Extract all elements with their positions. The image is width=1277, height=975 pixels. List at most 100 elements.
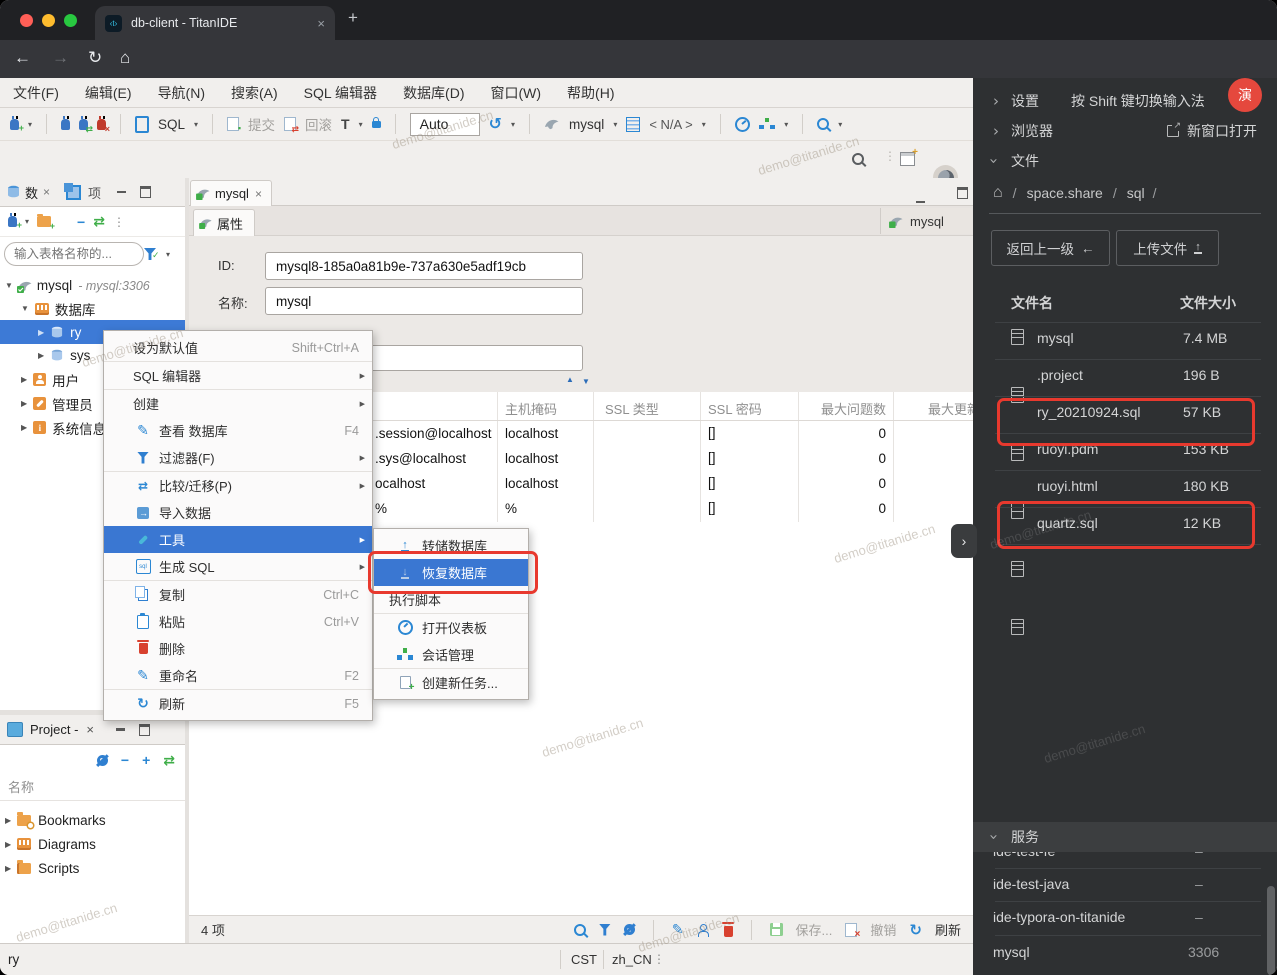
menu-edit[interactable]: 编辑(E) bbox=[72, 83, 145, 103]
project-settings-icon[interactable] bbox=[96, 754, 108, 766]
splitter-down-icon[interactable]: ▼ bbox=[582, 377, 590, 386]
nav-caret-icon[interactable]: ▾ bbox=[25, 217, 29, 226]
link-editor-icon[interactable]: ⇄ bbox=[93, 213, 105, 230]
tab-close-icon[interactable]: × bbox=[317, 16, 325, 31]
history-icon[interactable]: ↺ bbox=[489, 114, 502, 134]
refresh-label[interactable]: 刷新 bbox=[935, 920, 961, 939]
status-locale[interactable]: zh_CN bbox=[612, 952, 652, 967]
expand-icon[interactable]: ▶ bbox=[5, 816, 11, 825]
menu-item-sql-editor[interactable]: SQL 编辑器 ▶ bbox=[104, 362, 372, 389]
zoom-window-button[interactable] bbox=[64, 14, 77, 27]
grid-delete-icon[interactable] bbox=[722, 922, 735, 937]
col-host-mask[interactable]: 主机掩码 bbox=[505, 399, 557, 418]
expand-icon[interactable]: ▶ bbox=[38, 328, 44, 337]
editor-minimize-icon[interactable] bbox=[916, 200, 925, 203]
menu-file[interactable]: 文件(F) bbox=[0, 83, 72, 103]
sidebar-scrollbar[interactable] bbox=[1267, 886, 1275, 975]
home-icon[interactable]: ⌂ bbox=[120, 48, 130, 68]
dashboard-icon[interactable] bbox=[734, 116, 750, 132]
nav-menu-dots-icon[interactable]: ⋮ bbox=[113, 215, 125, 229]
new-folder-icon[interactable]: + bbox=[37, 213, 55, 231]
col-ssl-cipher[interactable]: SSL 密码 bbox=[708, 399, 762, 418]
section-files[interactable]: › 文件 bbox=[973, 146, 1277, 176]
col-ssl-type[interactable]: SSL 类型 bbox=[605, 399, 659, 418]
section-services[interactable]: › 服务 bbox=[973, 822, 1277, 852]
connect-icon[interactable] bbox=[61, 115, 71, 130]
menu-item-delete[interactable]: 删除 bbox=[104, 635, 372, 662]
schema-caret-icon[interactable]: ▾ bbox=[702, 120, 706, 129]
refresh-grid-icon[interactable]: ↻ bbox=[909, 921, 922, 939]
open-new-window-icon[interactable] bbox=[1167, 120, 1182, 137]
connection-caret-icon[interactable]: ▾ bbox=[613, 120, 617, 129]
schema-icon[interactable] bbox=[626, 116, 641, 132]
breadcrumb-root[interactable]: space.share bbox=[1027, 185, 1103, 201]
project-collapse-icon[interactable]: − bbox=[121, 752, 129, 768]
menu-database[interactable]: 数据库(D) bbox=[390, 83, 477, 103]
grid-edit-icon[interactable]: ✎ bbox=[672, 921, 684, 938]
name-column-header[interactable]: 名称 bbox=[8, 780, 34, 795]
sql-editor-icon[interactable] bbox=[135, 115, 150, 133]
forward-icon[interactable]: → bbox=[52, 48, 69, 68]
reload-icon[interactable]: ↻ bbox=[88, 48, 102, 68]
menu-navigate[interactable]: 导航(N) bbox=[145, 83, 218, 103]
lock-toolbar-icon[interactable] bbox=[371, 116, 381, 128]
maximize-panel-icon[interactable] bbox=[140, 186, 152, 198]
menu-item-copy[interactable]: 复制 Ctrl+C bbox=[104, 581, 372, 608]
grid-settings-icon[interactable] bbox=[623, 924, 635, 935]
new-connection-caret-icon[interactable]: ▾ bbox=[28, 120, 32, 129]
transaction-mode-icon[interactable]: T bbox=[341, 116, 350, 132]
search-toolbar-icon[interactable] bbox=[817, 118, 830, 130]
expand-icon[interactable]: ▶ bbox=[5, 864, 11, 873]
tab-database-close-icon[interactable]: × bbox=[43, 185, 50, 199]
project-minimize-icon[interactable] bbox=[116, 728, 125, 731]
breadcrumb-dir[interactable]: sql bbox=[1127, 185, 1145, 201]
menu-item-compare-migrate[interactable]: ⇄ 比较/迁移(P) ▶ bbox=[104, 472, 372, 499]
home-icon[interactable]: ⌂ bbox=[993, 184, 1003, 202]
expand-icon[interactable]: ▶ bbox=[38, 351, 44, 360]
menu-window[interactable]: 窗口(W) bbox=[478, 83, 555, 103]
tree-row-databases[interactable]: ▼ 数据库 bbox=[0, 297, 185, 320]
expand-icon[interactable]: ▶ bbox=[21, 423, 27, 432]
menu-item-filter[interactable]: 过滤器(F) ▶ bbox=[104, 444, 372, 471]
menu-sql-editor[interactable]: SQL 编辑器 bbox=[291, 83, 390, 103]
menu-item-tools[interactable]: 工具 ▶ bbox=[104, 526, 372, 553]
submenu-item-dump-database[interactable]: ↑ 转储数据库 bbox=[374, 532, 528, 559]
collapse-all-icon[interactable]: − bbox=[77, 214, 85, 230]
new-connection-icon[interactable]: + bbox=[10, 115, 24, 132]
tree-row-connection[interactable]: ▼ mysql - mysql:3306 bbox=[0, 274, 185, 297]
id-input[interactable] bbox=[265, 252, 583, 280]
status-timezone[interactable]: CST bbox=[571, 952, 597, 967]
sql-editor-label[interactable]: SQL bbox=[158, 117, 185, 132]
submenu-item-execute-script[interactable]: 执行脚本 bbox=[374, 586, 528, 613]
menu-item-view-database[interactable]: ✎ 查看 数据库 F4 bbox=[104, 417, 372, 444]
transaction-caret-icon[interactable]: ▾ bbox=[359, 120, 363, 129]
submenu-item-restore-database[interactable]: ↓ 恢复数据库 bbox=[374, 559, 528, 586]
back-level-button[interactable]: 返回上一级 ← bbox=[991, 230, 1110, 266]
new-tab-button[interactable]: + bbox=[348, 8, 358, 28]
minimize-window-button[interactable] bbox=[42, 14, 55, 27]
auto-commit-select[interactable]: Auto bbox=[409, 112, 480, 136]
section-browser[interactable]: › 浏览器 新窗口打开 bbox=[973, 116, 1277, 146]
submenu-item-open-dashboard[interactable]: 打开仪表板 bbox=[374, 614, 528, 641]
reconnect-icon[interactable]: ⇄ bbox=[79, 115, 93, 133]
menu-item-create[interactable]: 创建 ▶ bbox=[104, 390, 372, 417]
project-row-bookmarks[interactable]: ▶ Bookmarks bbox=[0, 808, 185, 832]
expand-icon[interactable]: ▶ bbox=[21, 399, 27, 408]
menu-item-generate-sql[interactable]: sql 生成 SQL ▶ bbox=[104, 553, 372, 580]
project-tab-close-icon[interactable]: × bbox=[86, 722, 94, 737]
tasks-icon[interactable] bbox=[759, 117, 770, 129]
nav-new-connection-icon[interactable]: + bbox=[8, 213, 22, 230]
expand-icon[interactable]: ▶ bbox=[5, 840, 11, 849]
connection-name[interactable]: mysql bbox=[569, 117, 604, 132]
properties-tab[interactable]: 属性 bbox=[193, 209, 255, 236]
open-new-window-label[interactable]: 新窗口打开 bbox=[1187, 121, 1257, 141]
grid-user-icon[interactable] bbox=[697, 923, 711, 937]
menu-item-paste[interactable]: 粘贴 Ctrl+V bbox=[104, 608, 372, 635]
editor-maximize-icon[interactable] bbox=[957, 187, 969, 199]
browser-tab[interactable]: ‹t› db-client - TitanIDE × bbox=[95, 6, 335, 40]
minimize-panel-icon[interactable] bbox=[117, 190, 127, 194]
upload-file-button[interactable]: 上传文件 ↑ bbox=[1116, 230, 1219, 266]
project-row-scripts[interactable]: ▶ Scripts bbox=[0, 856, 185, 880]
expand-icon[interactable]: ▼ bbox=[5, 281, 13, 290]
name-input[interactable] bbox=[265, 287, 583, 315]
